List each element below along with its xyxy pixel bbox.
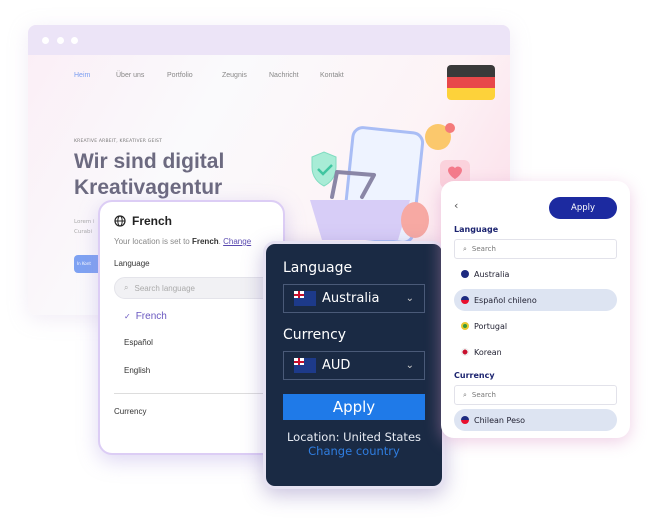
back-icon[interactable]: ‹ [454, 199, 458, 212]
chevron-down-icon: ⌄ [405, 293, 414, 304]
search-icon: ⌕ [124, 283, 129, 292]
language-select[interactable]: Australia ⌄ [283, 284, 425, 313]
currency-label: Currency [114, 407, 147, 416]
dark-locale-card: Language Australia ⌄ Currency AUD ⌄ Apply … [263, 241, 445, 489]
browser-top-bar [28, 25, 510, 55]
search-icon: ⌕ [463, 390, 467, 399]
nav-zeugnis[interactable]: Zeugnis [222, 72, 247, 79]
search-language-input[interactable]: ⌕ Search language [114, 277, 284, 299]
location-suffix: . [218, 237, 221, 246]
divider [114, 393, 269, 394]
language-option-espanol[interactable]: Español [114, 338, 269, 347]
currency-label: Currency [454, 371, 495, 380]
language-option[interactable]: Portugal [454, 315, 617, 337]
option-label: Australia [474, 269, 510, 279]
korea-flag-icon [461, 348, 469, 356]
nav-nachricht[interactable]: Nachricht [269, 72, 299, 79]
change-country-link[interactable]: Change country [283, 444, 425, 458]
mobile-locale-card: ‹ Apply Language ⌕ Search Australia Españ… [441, 181, 630, 438]
option-label: Chilean Peso [474, 415, 526, 425]
nav-heim[interactable]: Heim [74, 72, 90, 79]
language-option-selected[interactable]: Español chileno [454, 289, 617, 311]
currency-option-selected[interactable]: Chilean Peso [454, 409, 617, 431]
language-value: Australia [322, 291, 380, 306]
search-placeholder: Search language [134, 283, 195, 293]
option-label: French [135, 311, 167, 322]
australia-flag-icon [294, 291, 316, 306]
check-icon: ✓ [124, 312, 131, 321]
option-label: Español chileno [474, 295, 537, 305]
brazil-flag-icon [461, 322, 469, 330]
basket-icon [310, 200, 410, 240]
location-text: Location: United States [286, 430, 422, 444]
language-option[interactable]: Korean [454, 341, 617, 363]
search-placeholder: Search [471, 391, 496, 399]
location-text: Your location is set to French. Change [114, 237, 269, 246]
card-title: French [132, 214, 173, 228]
heading-line: Kreativagentur [74, 176, 223, 199]
search-placeholder: Search [471, 245, 496, 253]
language-option[interactable]: Australia [454, 263, 617, 285]
nav-portfolio[interactable]: Portfolio [167, 72, 193, 79]
language-label: Language [283, 260, 353, 276]
nav-kontakt[interactable]: Kontakt [320, 72, 344, 79]
language-search-input[interactable]: ⌕ Search [454, 239, 617, 259]
australia-flag-icon [294, 358, 316, 373]
window-dot [42, 37, 49, 44]
language-option-english[interactable]: English [114, 366, 269, 375]
hero-heading: Wir sind digital Kreativagentur [74, 149, 224, 201]
location-value: French [191, 237, 219, 246]
germany-flag-icon[interactable] [447, 65, 495, 100]
change-link[interactable]: Change [223, 237, 251, 246]
chile-flag-icon [461, 296, 469, 304]
language-label: Language [114, 259, 150, 268]
language-selector-card: French Your location is set to French. C… [98, 200, 285, 455]
hand-icon [401, 202, 429, 238]
globe-icon [114, 215, 126, 227]
location-prefix: Your location is set to [114, 237, 192, 246]
chevron-down-icon: ⌄ [405, 360, 414, 371]
chile-flag-icon [461, 416, 469, 424]
nav-uber-uns[interactable]: Über uns [116, 72, 144, 79]
hero-text: Lorem i [74, 219, 95, 225]
option-label: Portugal [474, 321, 508, 331]
apply-button[interactable]: Apply [283, 394, 425, 420]
window-dot [71, 37, 78, 44]
australia-flag-icon [461, 270, 469, 278]
language-label: Language [454, 225, 499, 234]
hero-text: Curabi [74, 229, 92, 235]
currency-select[interactable]: AUD ⌄ [283, 351, 425, 380]
currency-search-input[interactable]: ⌕ Search [454, 385, 617, 405]
tagline: KREATIVE ARBEIT, KREATIVER GEIST [74, 139, 163, 144]
option-label: Korean [474, 347, 502, 357]
apply-button[interactable]: Apply [549, 197, 617, 219]
currency-label: Currency [283, 327, 347, 343]
language-option-french[interactable]: ✓ French [114, 311, 269, 322]
search-icon: ⌕ [463, 244, 467, 253]
currency-value: AUD [322, 358, 351, 373]
shield-icon [311, 151, 337, 187]
window-dot [57, 37, 64, 44]
heading-line: Wir sind digital [74, 150, 225, 173]
